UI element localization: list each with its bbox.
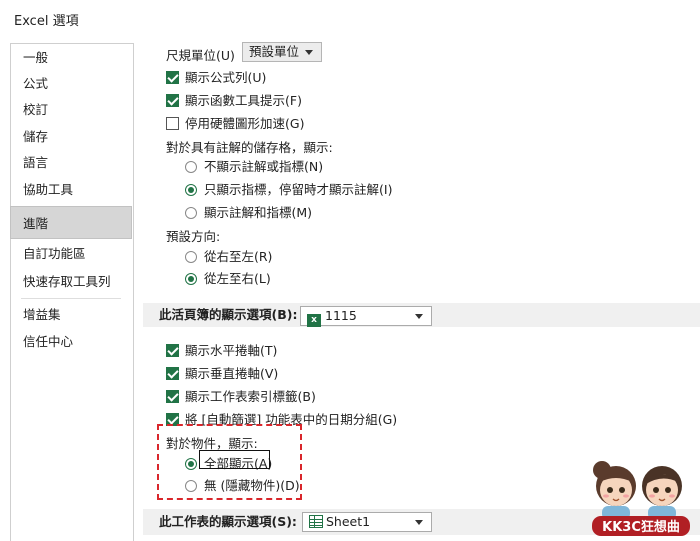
- ruler-units-dropdown[interactable]: 預設單位: [242, 42, 322, 62]
- show-horizontal-scrollbar-checkbox[interactable]: 顯示水平捲軸(T): [166, 340, 277, 359]
- disable-hw-acceleration-checkbox[interactable]: 停用硬體圖形加速(G): [166, 113, 304, 132]
- objects-highlight-box: [157, 424, 302, 500]
- disable-hw-acceleration-label: 停用硬體圖形加速(G): [185, 116, 305, 131]
- nav-item-general[interactable]: 一般: [11, 45, 131, 71]
- direction-group-label: 預設方向:: [166, 229, 221, 244]
- nav-item-customize-ribbon[interactable]: 自訂功能區: [11, 241, 131, 267]
- comments-option-indicators[interactable]: 只顯示指標，停留時才顯示註解(I): [185, 179, 392, 198]
- nav-item-advanced[interactable]: 進階: [10, 206, 132, 239]
- kk3c-mascot-logo: KK3C狂想曲: [588, 452, 692, 538]
- window-titlebar: Excel 選項: [0, 0, 700, 38]
- show-sheet-tabs-checkbox[interactable]: 顯示工作表索引標籤(B): [166, 386, 316, 405]
- ruler-units-label: 尺規單位(U): [166, 48, 235, 63]
- nav-item-quick-access-toolbar[interactable]: 快速存取工具列: [11, 269, 131, 295]
- worksheet-section-title: 此工作表的顯示選項(S):: [159, 514, 297, 529]
- show-formula-bar-label: 顯示公式列(U): [185, 70, 267, 85]
- direction-option-rtl[interactable]: 從右至左(R): [185, 246, 272, 265]
- show-vertical-scrollbar-label: 顯示垂直捲軸(V): [185, 366, 279, 381]
- nav-item-language[interactable]: 語言: [11, 150, 131, 176]
- watermark-text: KK3C狂想曲: [602, 519, 680, 535]
- ruler-units-value: 預設單位: [249, 44, 300, 59]
- radio-off-icon: [185, 207, 197, 219]
- comments-option-indicators-label: 只顯示指標，停留時才顯示註解(I): [204, 182, 393, 197]
- checkbox-checked-icon: [166, 344, 179, 357]
- direction-option-ltr[interactable]: 從左至右(L): [185, 268, 271, 287]
- mascot-illustration: KK3C狂想曲: [592, 461, 690, 536]
- nav-divider: [21, 298, 121, 299]
- nav-item-proofing[interactable]: 校訂: [11, 97, 131, 123]
- show-function-tooltips-label: 顯示函數工具提示(F): [185, 93, 302, 108]
- worksheet-dropdown[interactable]: Sheet1: [302, 512, 432, 532]
- comments-option-both-label: 顯示註解和指標(M): [204, 205, 313, 220]
- options-sidebar: 一般 公式 校訂 儲存 語言 協助工具 進階 自訂功能區 快速存取工具列 增益集…: [10, 43, 134, 541]
- show-vertical-scrollbar-checkbox[interactable]: 顯示垂直捲軸(V): [166, 363, 278, 382]
- radio-on-icon: [185, 184, 197, 196]
- checkbox-checked-icon: [166, 390, 179, 403]
- checkbox-checked-icon: [166, 94, 179, 107]
- worksheet-value: Sheet1: [326, 514, 371, 529]
- chevron-down-icon: [415, 520, 423, 525]
- radio-on-icon: [185, 273, 197, 285]
- show-function-tooltips-checkbox[interactable]: 顯示函數工具提示(F): [166, 90, 302, 109]
- direction-option-ltr-label: 從左至右(L): [204, 271, 271, 286]
- checkbox-unchecked-icon: [166, 117, 179, 130]
- workbook-dropdown[interactable]: x 1115: [300, 306, 432, 327]
- sheet-icon: [309, 515, 323, 528]
- nav-item-accessibility[interactable]: 協助工具: [11, 177, 131, 203]
- nav-item-addins[interactable]: 增益集: [11, 302, 131, 328]
- radio-off-icon: [185, 251, 197, 263]
- chevron-down-icon: [415, 314, 423, 319]
- checkbox-checked-icon: [166, 71, 179, 84]
- show-horizontal-scrollbar-label: 顯示水平捲軸(T): [185, 343, 278, 358]
- workbook-value: 1115: [325, 308, 357, 323]
- window-title: Excel 選項: [14, 14, 79, 29]
- workbook-section-title: 此活頁簿的顯示選項(B):: [159, 307, 298, 322]
- checkbox-checked-icon: [166, 367, 179, 380]
- comments-group-label: 對於具有註解的儲存格，顯示:: [166, 140, 333, 155]
- nav-item-trust-center[interactable]: 信任中心: [11, 329, 131, 355]
- radio-off-icon: [185, 161, 197, 173]
- comments-option-none[interactable]: 不顯示註解或指標(N): [185, 156, 323, 175]
- nav-item-save[interactable]: 儲存: [11, 124, 131, 150]
- comments-option-both[interactable]: 顯示註解和指標(M): [185, 202, 312, 221]
- chevron-down-icon: [305, 50, 313, 55]
- nav-item-formulas[interactable]: 公式: [11, 71, 131, 97]
- comments-option-none-label: 不顯示註解或指標(N): [204, 159, 324, 174]
- excel-icon: x: [307, 314, 321, 327]
- show-sheet-tabs-label: 顯示工作表索引標籤(B): [185, 389, 316, 404]
- show-formula-bar-checkbox[interactable]: 顯示公式列(U): [166, 67, 266, 86]
- direction-option-rtl-label: 從右至左(R): [204, 249, 273, 264]
